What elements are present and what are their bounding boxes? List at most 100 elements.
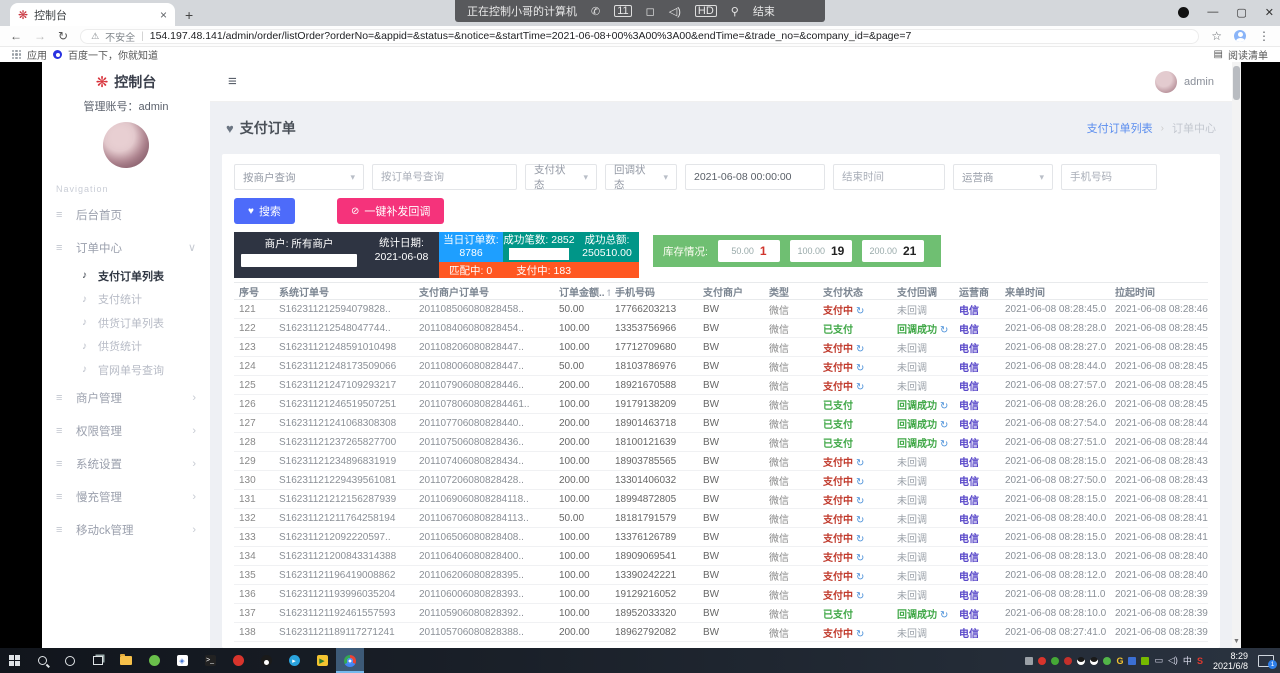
tray-qq2-icon[interactable] (1090, 657, 1098, 665)
table-row[interactable]: 138S162311211891172712412011057060808283… (234, 623, 1208, 642)
chrome-taskbar-icon[interactable] (336, 648, 364, 673)
sidebar-item-official-order-query[interactable]: ♪ 官网单号查询 (42, 358, 210, 382)
action-center-icon[interactable]: 1 (1258, 655, 1274, 667)
refresh-icon[interactable]: ↻ (856, 496, 864, 507)
media-player-icon[interactable]: ▶ (308, 648, 336, 673)
hd-quality-icon[interactable]: HD (695, 5, 717, 17)
table-row[interactable]: 137S162311211924615575932011059060808283… (234, 604, 1208, 623)
tray-qq-icon[interactable] (1077, 657, 1085, 665)
sidebar-item-permission-mgmt[interactable]: ≡ 权限管理 › (42, 415, 210, 448)
remote-float-ball-icon[interactable] (1178, 7, 1189, 18)
refresh-icon[interactable]: ↻ (856, 629, 864, 640)
app-green-icon[interactable] (140, 648, 168, 673)
taskbar-clock[interactable]: 8:29 2021/6/8 (1209, 651, 1252, 671)
carrier-select[interactable]: 运营商 ▾ (953, 164, 1053, 190)
taskbar-search-icon[interactable] (28, 648, 56, 673)
tray-app-red2-icon[interactable] (1064, 657, 1072, 665)
volume-icon[interactable]: ◁) (1168, 655, 1178, 666)
window-maximize-button[interactable]: ▢ (1236, 6, 1246, 19)
window-minimize-button[interactable]: — (1207, 6, 1218, 18)
table-row[interactable]: 125S162311212471092932172011079060808284… (234, 376, 1208, 395)
url-text[interactable]: 154.197.48.141/admin/order/listOrder?ord… (150, 30, 1188, 42)
refresh-icon[interactable]: ↻ (856, 572, 864, 583)
refresh-icon[interactable]: ↻ (856, 534, 864, 545)
search-button[interactable]: ♥ 搜索 (234, 198, 295, 224)
refresh-icon[interactable]: ↻ (856, 306, 864, 317)
refresh-icon[interactable]: ↻ (856, 382, 864, 393)
qq-icon[interactable] (252, 648, 280, 673)
pay-status-select[interactable]: 支付状态 ▾ (525, 164, 597, 190)
reading-list-icon[interactable]: ▤ (1214, 49, 1223, 60)
browser-menu-icon[interactable]: ⋮ (1258, 29, 1270, 43)
tray-app-green-icon[interactable] (1051, 657, 1059, 665)
security-warning-icon[interactable]: ⚠ (91, 31, 99, 42)
table-row[interactable]: 132S162311212117642581942011067060808284… (234, 509, 1208, 528)
reload-button[interactable]: ↻ (58, 29, 68, 43)
scrollbar-down-icon[interactable]: ▼ (1232, 637, 1241, 647)
tray-hidden-icons[interactable] (1025, 657, 1033, 665)
bookmark-baidu[interactable]: 百度一下，你就知道 (68, 47, 158, 62)
refresh-icon[interactable]: ↻ (940, 325, 948, 336)
sidebar-item-merchant-mgmt[interactable]: ≡ 商户管理 › (42, 382, 210, 415)
user-avatar[interactable] (103, 122, 149, 168)
table-row[interactable]: 124S162311212481735090662011080060808284… (234, 357, 1208, 376)
refresh-icon[interactable]: ↻ (856, 477, 864, 488)
start-time-input[interactable] (685, 164, 825, 190)
sidebar-item-pay-stats[interactable]: ♪ 支付统计 (42, 288, 210, 312)
ime-indicator[interactable]: 中 (1183, 654, 1192, 667)
table-row[interactable]: 127S162311212410683083082011077060808284… (234, 414, 1208, 433)
forward-button[interactable]: → (34, 29, 46, 43)
sidebar-item-pay-order-list[interactable]: ♪ 支付订单列表 (42, 264, 210, 288)
sidebar-item-system-settings[interactable]: ≡ 系统设置 › (42, 448, 210, 481)
sidebar-item-order-center[interactable]: ≡ 订单中心 ∨ (42, 231, 210, 264)
sidebar-item-mobile-ck-mgmt[interactable]: ≡ 移动ck管理 › (42, 514, 210, 547)
task-view-icon[interactable] (84, 648, 112, 673)
table-row[interactable]: 133S162311212092220597..2011065060808284… (234, 528, 1208, 547)
apps-label[interactable]: 应用 (27, 47, 47, 62)
callback-status-select[interactable]: 回调状态 ▾ (605, 164, 677, 190)
sidebar-item-supply-stats[interactable]: ♪ 供货统计 (42, 335, 210, 359)
app-red-icon[interactable] (224, 648, 252, 673)
apps-grid-icon[interactable] (12, 50, 21, 59)
refresh-icon[interactable]: ↻ (940, 439, 948, 450)
end-session-button[interactable]: 结束 (753, 3, 775, 19)
table-row[interactable]: 131S162311212121562879392011069060808284… (234, 490, 1208, 509)
resend-callback-button[interactable]: ⊘ 一键补发回调 (337, 198, 444, 224)
sidebar-item-slow-recharge-mgmt[interactable]: ≡ 慢充管理 › (42, 481, 210, 514)
tray-google-icon[interactable]: G (1116, 656, 1123, 666)
refresh-icon[interactable]: ↻ (856, 553, 864, 564)
file-explorer-icon[interactable] (112, 648, 140, 673)
reading-list-label[interactable]: 阅读清单 (1228, 47, 1268, 62)
browser-tab[interactable]: ❋ 控制台 × (10, 3, 175, 26)
refresh-icon[interactable]: ↻ (856, 344, 864, 355)
cortana-icon[interactable] (56, 648, 84, 673)
bookmark-star-icon[interactable]: ☆ (1211, 29, 1222, 43)
refresh-icon[interactable]: ↻ (856, 363, 864, 374)
page-scrollbar[interactable]: ▼ (1232, 62, 1241, 648)
breadcrumb-current[interactable]: 支付订单列表 (1087, 120, 1153, 136)
table-row[interactable]: 126S162311212465195072512011078060808284… (234, 395, 1208, 414)
speaker-icon[interactable]: ◁) (669, 5, 681, 18)
tray-green-icon[interactable] (1103, 657, 1111, 665)
refresh-icon[interactable]: ↻ (856, 515, 864, 526)
address-bar[interactable]: ⚠ 不安全 | 154.197.48.141/admin/order/listO… (80, 29, 1199, 44)
pin-icon[interactable]: ⚲ (731, 5, 739, 18)
table-row[interactable]: 134S162311212008433143882011064060808284… (234, 547, 1208, 566)
end-time-input[interactable] (833, 164, 945, 190)
window-11-icon[interactable]: 11 (614, 5, 631, 17)
table-row[interactable]: 130S162311212294395610812011072060808284… (234, 471, 1208, 490)
header-avatar[interactable] (1155, 71, 1177, 93)
scrollbar-thumb[interactable] (1233, 66, 1240, 100)
phone-icon[interactable]: ✆ (591, 5, 600, 18)
terminal-icon[interactable]: >_ (196, 648, 224, 673)
nvidia-icon[interactable] (1141, 657, 1149, 665)
refresh-icon[interactable]: ↻ (856, 458, 864, 469)
table-row[interactable]: 135S162311211964190088622011062060808283… (234, 566, 1208, 585)
app-store-icon[interactable]: ◈ (168, 648, 196, 673)
refresh-icon[interactable]: ↻ (856, 591, 864, 602)
display-icon[interactable]: ▭ (1154, 655, 1163, 666)
table-row[interactable]: 129S162311212348968319192011074060808284… (234, 452, 1208, 471)
browser-profile-icon[interactable] (1234, 30, 1246, 42)
tab-close-icon[interactable]: × (160, 8, 167, 22)
tray-blue-app-icon[interactable] (1128, 657, 1136, 665)
